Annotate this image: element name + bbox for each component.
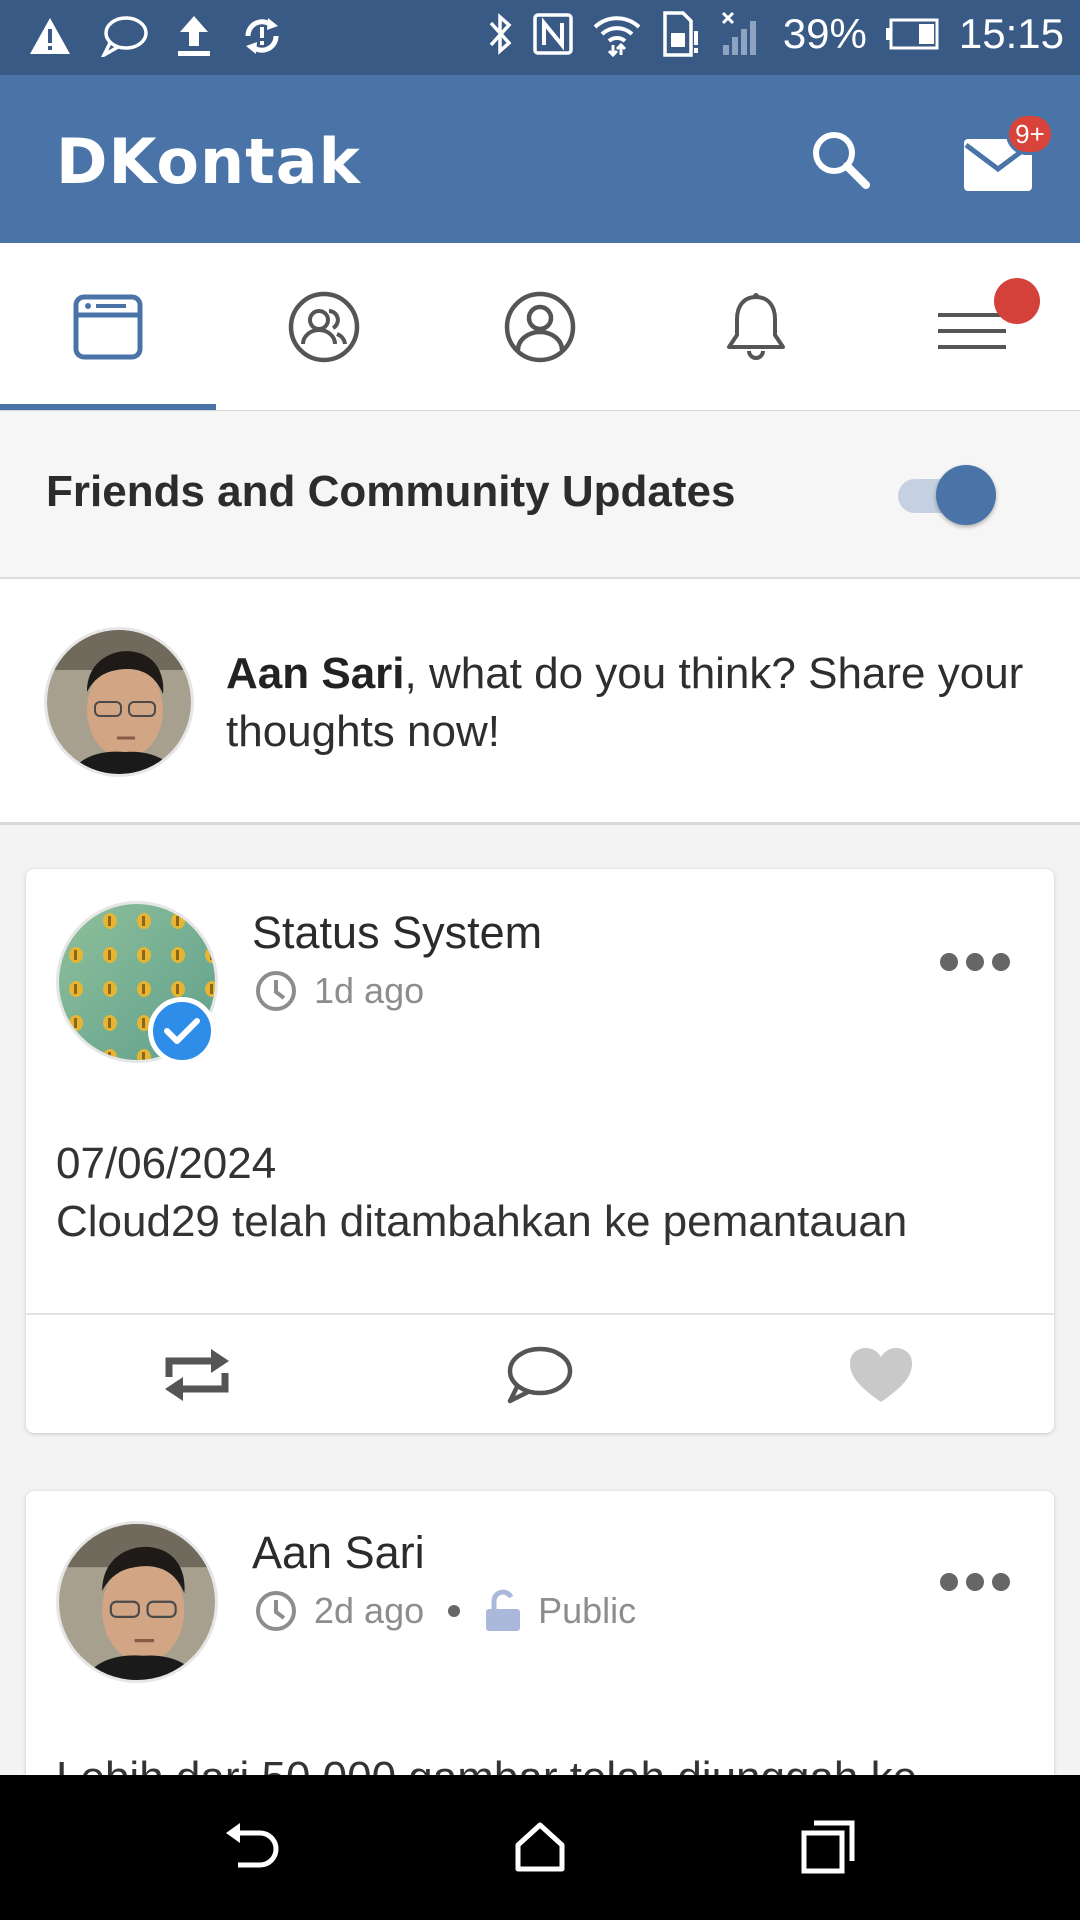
bell-icon [727, 293, 785, 360]
post-date-line: 07/06/2024 [56, 1139, 277, 1188]
composer-prompt[interactable]: Aan Sari, what do you think? Share your … [226, 645, 1026, 761]
post-text: Lebih dari 50.000 gambar telah diunggah … [56, 1749, 917, 1775]
warning-icon [28, 16, 72, 56]
post-more-button[interactable] [940, 947, 1010, 977]
post-meta: 2d ago Public [254, 1589, 636, 1633]
sync-icon [240, 14, 284, 58]
post-author-avatar[interactable] [56, 1521, 218, 1683]
like-button[interactable] [710, 1315, 1052, 1435]
tab-friends[interactable] [216, 243, 432, 411]
comment-icon [507, 1346, 573, 1404]
post-body: Lebih dari 50.000 gambar telah diunggah … [56, 1749, 917, 1775]
recents-icon [801, 1820, 855, 1874]
battery-percent: 39% [782, 10, 867, 57]
post-author-name[interactable]: Status System [252, 907, 542, 959]
heart-icon [850, 1348, 912, 1402]
share-button[interactable] [26, 1315, 368, 1435]
updates-title: Friends and Community Updates [46, 467, 736, 516]
tab-notifications[interactable] [648, 243, 864, 411]
news-feed: Status System 1d ago 07/06/2024 Cloud29 … [0, 825, 1080, 1775]
search-button[interactable] [808, 127, 872, 191]
clock-icon [256, 971, 296, 1011]
composer-user-name: Aan Sari [226, 649, 405, 698]
clock-icon [256, 1591, 296, 1631]
tab-menu[interactable] [864, 243, 1080, 411]
notification-badge: 9+ [1006, 113, 1054, 155]
sim-icon [661, 11, 701, 57]
recents-button[interactable] [788, 1811, 868, 1883]
app-bar: DKontak 9+ [0, 75, 1080, 243]
tab-profile[interactable] [432, 243, 648, 411]
post-privacy[interactable]: Public [538, 1590, 636, 1632]
updates-row: Friends and Community Updates [0, 411, 1080, 579]
menu-notification-dot [994, 278, 1040, 324]
checkmark-icon [164, 1018, 200, 1044]
post-text: Cloud29 telah ditambahkan ke pemantauan [56, 1197, 908, 1246]
post-actions [26, 1313, 1054, 1433]
home-icon [515, 1822, 565, 1872]
bluetooth-icon [485, 11, 515, 57]
system-nav-bar [0, 1775, 1080, 1920]
wifi-icon [591, 11, 643, 57]
upload-icon [176, 14, 212, 58]
post-author-name[interactable]: Aan Sari [252, 1527, 425, 1579]
home-button[interactable] [500, 1811, 580, 1883]
friends-icon [288, 291, 360, 363]
user-avatar[interactable] [44, 627, 194, 777]
signal-icon [719, 11, 765, 57]
battery-icon [885, 18, 941, 50]
profile-icon [504, 291, 576, 363]
tab-bar [0, 243, 1080, 411]
app-logo: DKontak [56, 125, 361, 198]
verified-badge [148, 997, 216, 1065]
clock: 15:15 [958, 10, 1064, 57]
chat-bubble-icon [100, 15, 148, 57]
post-body: 07/06/2024 Cloud29 telah ditambahkan ke … [56, 1135, 907, 1251]
repost-icon [165, 1349, 229, 1401]
updates-toggle[interactable] [898, 465, 998, 525]
post-composer[interactable]: Aan Sari, what do you think? Share your … [0, 579, 1080, 825]
post-time: 1d ago [314, 970, 425, 1011]
post-time: 2d ago [314, 1590, 425, 1631]
post-meta: 1d ago [254, 969, 424, 1013]
search-icon [813, 132, 870, 189]
nfc-icon [533, 13, 573, 55]
back-button[interactable] [212, 1811, 292, 1883]
post-more-button[interactable] [940, 1567, 1010, 1597]
separator-dot [448, 1605, 461, 1617]
status-bar: 39% 15:15 [0, 0, 1080, 75]
back-icon [226, 1823, 279, 1868]
news-feed-icon [73, 294, 143, 360]
comment-button[interactable] [368, 1315, 710, 1435]
lock-open-icon [486, 1589, 521, 1631]
post-card: Status System 1d ago 07/06/2024 Cloud29 … [26, 869, 1054, 1433]
post-card: Aan Sari 2d ago Public Lebih dari 50.000… [26, 1491, 1054, 1775]
tab-news-feed[interactable] [0, 243, 216, 411]
toggle-thumb [936, 465, 996, 525]
messages-button[interactable]: 9+ [958, 113, 1054, 197]
tab-indicator [0, 404, 216, 410]
